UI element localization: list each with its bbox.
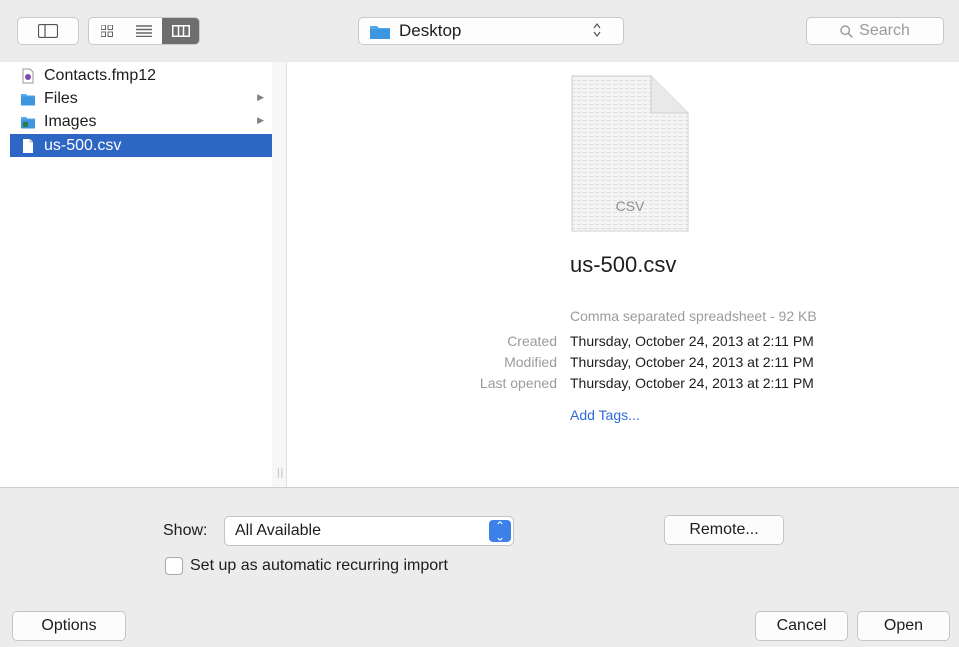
- chevron-right-icon: ▶: [257, 115, 264, 125]
- modified-value: Thursday, October 24, 2013 at 2:11 PM: [570, 354, 814, 370]
- folder-icon: [370, 25, 390, 39]
- location-label: Desktop: [399, 21, 462, 40]
- search-placeholder: Search: [859, 22, 910, 39]
- add-tags-link[interactable]: Add Tags...: [570, 407, 640, 423]
- csv-file-icon: [23, 138, 33, 153]
- list-item[interactable]: Files ▶: [10, 87, 272, 110]
- recurring-import-label: Set up as automatic recurring import: [190, 557, 448, 574]
- grip-icon: ||: [277, 468, 285, 479]
- list-item[interactable]: Images ▶: [10, 110, 272, 133]
- created-row: Created Thursday, October 24, 2013 at 2:…: [287, 333, 887, 353]
- opened-label: Last opened: [479, 375, 557, 391]
- list-view-button[interactable]: [126, 18, 163, 44]
- modified-label: Modified: [504, 354, 557, 370]
- opened-value: Thursday, October 24, 2013 at 2:11 PM: [570, 375, 814, 391]
- recurring-import-checkbox[interactable]: [165, 557, 183, 575]
- doc-icon-label: CSV: [616, 198, 645, 214]
- icon-view-button[interactable]: [89, 18, 126, 44]
- column-resize-handle[interactable]: ||: [272, 62, 287, 487]
- preview-pane: CSV us-500.csv Comma separated spreadshe…: [287, 62, 959, 487]
- options-panel: Show: All Available ⌃ ⌃ Remote... Set up …: [0, 487, 959, 647]
- show-value: All Available: [235, 522, 321, 539]
- grid-icon: [101, 25, 114, 37]
- list-item-label: Images: [44, 112, 97, 130]
- chevron-right-icon: ▶: [257, 92, 264, 102]
- list-item[interactable]: Contacts.fmp12: [10, 64, 272, 87]
- remote-button[interactable]: Remote...: [664, 515, 784, 545]
- list-item-label: us-500.csv: [44, 136, 122, 154]
- list-item-selected[interactable]: us-500.csv: [10, 134, 272, 157]
- view-mode-group: [88, 17, 200, 45]
- folder-icon: [21, 93, 35, 105]
- search-icon: [840, 24, 854, 38]
- modified-row: Modified Thursday, October 24, 2013 at 2…: [287, 354, 887, 374]
- file-column: Contacts.fmp12 Files ▶ Images ▶ us-500.c…: [0, 62, 273, 487]
- preview-kind: Comma separated spreadsheet - 92 KB: [570, 308, 817, 324]
- show-popup[interactable]: All Available ⌃ ⌃: [224, 516, 514, 546]
- chevron-updown-icon: [593, 23, 601, 37]
- preview-filename: us-500.csv: [570, 252, 677, 277]
- list-icon: [136, 25, 152, 37]
- toolbar: Desktop Search: [0, 0, 959, 62]
- recurring-import-option[interactable]: Set up as automatic recurring import: [165, 557, 448, 575]
- sidebar-toggle-button[interactable]: [17, 17, 79, 45]
- open-button[interactable]: Open: [857, 611, 950, 641]
- created-value: Thursday, October 24, 2013 at 2:11 PM: [570, 333, 814, 349]
- show-label: Show:: [163, 522, 208, 539]
- cancel-button[interactable]: Cancel: [755, 611, 848, 641]
- options-button[interactable]: Options: [12, 611, 126, 641]
- filemaker-doc-icon: [22, 68, 34, 83]
- created-label: Created: [507, 333, 557, 349]
- list-item-label: Files: [44, 89, 78, 107]
- columns-icon: [171, 25, 190, 37]
- location-popup[interactable]: Desktop: [358, 17, 624, 45]
- file-browser: Contacts.fmp12 Files ▶ Images ▶ us-500.c…: [0, 62, 959, 487]
- image-folder-icon: [21, 116, 35, 128]
- chevron-updown-icon: ⌃ ⌃: [489, 520, 511, 543]
- list-item-label: Contacts.fmp12: [44, 66, 157, 84]
- opened-row: Last opened Thursday, October 24, 2013 a…: [287, 375, 887, 395]
- column-view-button[interactable]: [162, 18, 199, 44]
- sidebar-icon: [38, 24, 58, 38]
- search-field[interactable]: Search: [806, 17, 944, 45]
- csv-document-icon: CSV: [571, 75, 689, 232]
